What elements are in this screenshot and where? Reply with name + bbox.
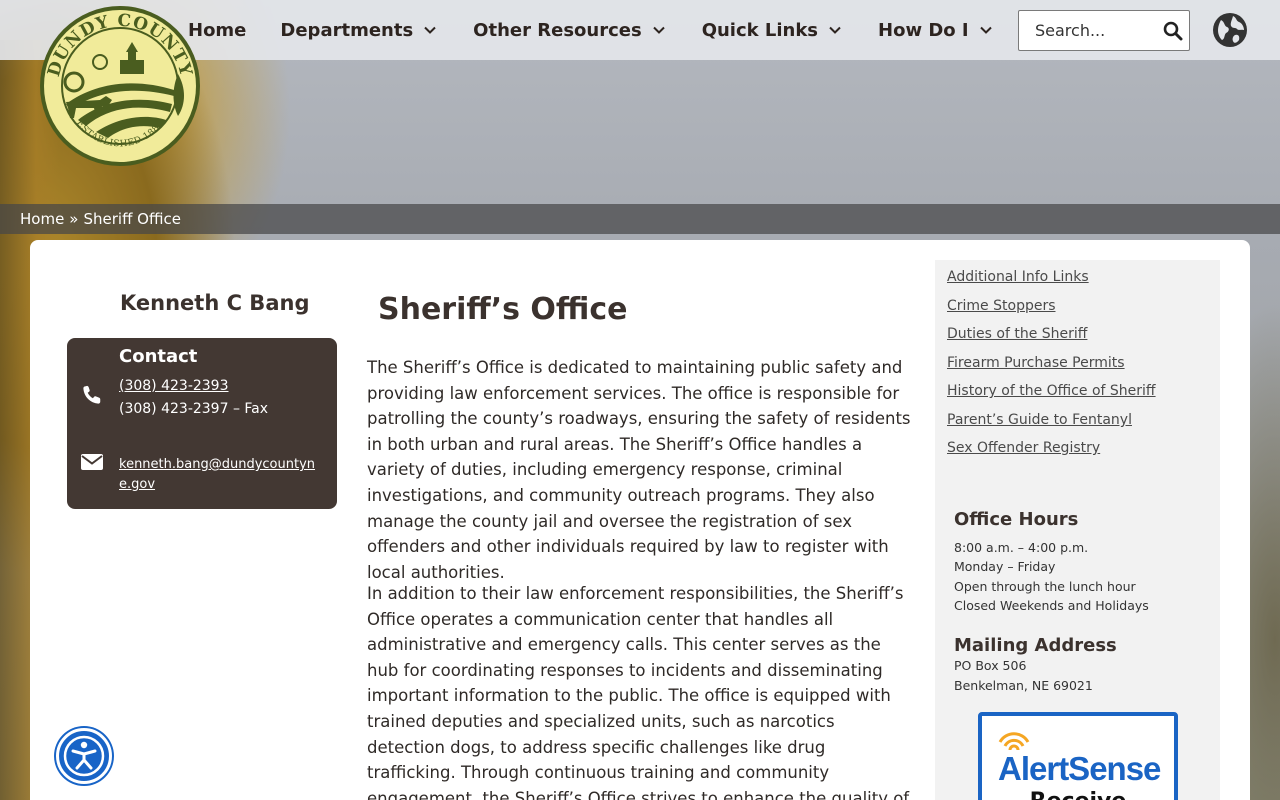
- globe-icon[interactable]: [1211, 11, 1249, 49]
- office-hours-line: Monday – Friday: [954, 559, 1056, 574]
- nav-other-resources-label: Other Resources: [473, 19, 642, 41]
- contact-phone-link[interactable]: (308) 423-2393: [119, 378, 229, 394]
- sidebar-link-history[interactable]: History of the Office of Sheriff: [947, 383, 1156, 399]
- county-seal-logo[interactable]: DUNDY COUNTY ESTABLISHED 1884: [36, 4, 204, 168]
- sidebar-link-duties[interactable]: Duties of the Sheriff: [947, 326, 1087, 342]
- nav-how-do-i[interactable]: How Do I: [878, 20, 993, 41]
- sidebar-link-firearm-permits[interactable]: Firearm Purchase Permits: [947, 355, 1125, 371]
- mailing-address-heading: Mailing Address: [954, 635, 1117, 656]
- search-input[interactable]: [1019, 21, 1155, 40]
- sidebar-link-crime-stoppers[interactable]: Crime Stoppers: [947, 298, 1056, 314]
- accessibility-icon: [63, 735, 105, 777]
- breadcrumb-current: Sheriff Office: [83, 210, 181, 228]
- sidebar-link-sex-offender-registry[interactable]: Sex Offender Registry: [947, 440, 1100, 456]
- search-box: [1018, 10, 1190, 51]
- accessibility-button[interactable]: [56, 728, 112, 784]
- chevron-down-icon: [652, 26, 665, 34]
- svg-text:AlertSense: AlertSense: [998, 750, 1161, 787]
- breadcrumb: Home » Sheriff Office: [0, 204, 1280, 234]
- mailing-address-line: PO Box 506: [954, 658, 1027, 673]
- nav-how-do-i-label: How Do I: [878, 19, 969, 41]
- breadcrumb-separator: »: [69, 210, 79, 228]
- nav-quick-links[interactable]: Quick Links: [702, 20, 842, 41]
- office-hours-line: 8:00 a.m. – 4:00 p.m.: [954, 540, 1089, 555]
- mailing-address-line: Benkelman, NE 69021: [954, 678, 1093, 693]
- page-title: Sheriff’s Office: [378, 292, 628, 327]
- body-paragraph: In addition to their law enforcement res…: [367, 584, 910, 800]
- alertsense-logo: AlertSense: [998, 732, 1162, 787]
- phone-icon: [83, 385, 101, 404]
- nav-other-resources[interactable]: Other Resources: [473, 20, 666, 41]
- chevron-down-icon: [979, 26, 992, 34]
- nav-quick-links-label: Quick Links: [701, 19, 819, 41]
- sidebar-link-fentanyl-guide[interactable]: Parent’s Guide to Fentanyl: [947, 412, 1132, 428]
- contact-person-name: Kenneth C Bang: [120, 291, 310, 315]
- office-hours-heading: Office Hours: [954, 509, 1079, 530]
- contact-box: Contact (308) 423-2393 (308) 423-2397 – …: [67, 338, 337, 509]
- nav-departments[interactable]: Departments: [280, 20, 437, 41]
- contact-email-link[interactable]: kenneth.bang@dundycountyne.gov: [119, 455, 325, 495]
- sidebar-link-additional-info[interactable]: Additional Info Links: [947, 269, 1089, 285]
- contact-title: Contact: [119, 346, 198, 367]
- chevron-down-icon: [424, 26, 436, 34]
- alertsense-banner[interactable]: AlertSense Receive: [978, 712, 1178, 800]
- sidebar-links-panel: Additional Info Links Crime Stoppers Dut…: [935, 260, 1220, 485]
- breadcrumb-home[interactable]: Home: [20, 210, 64, 228]
- chevron-down-icon: [829, 26, 841, 34]
- search-icon[interactable]: [1163, 21, 1183, 41]
- body-paragraph: The Sheriff’s Office is dedicated to mai…: [367, 358, 911, 582]
- envelope-icon: [81, 454, 103, 470]
- contact-fax: (308) 423-2397 – Fax: [119, 401, 269, 417]
- nav-departments-label: Departments: [280, 19, 414, 41]
- alertsense-cta: Receive: [982, 789, 1174, 800]
- main-nav: Home Departments Other Resources Quick L…: [188, 0, 993, 60]
- office-hours-line: Open through the lunch hour: [954, 579, 1136, 594]
- office-hours-line: Closed Weekends and Holidays: [954, 598, 1149, 613]
